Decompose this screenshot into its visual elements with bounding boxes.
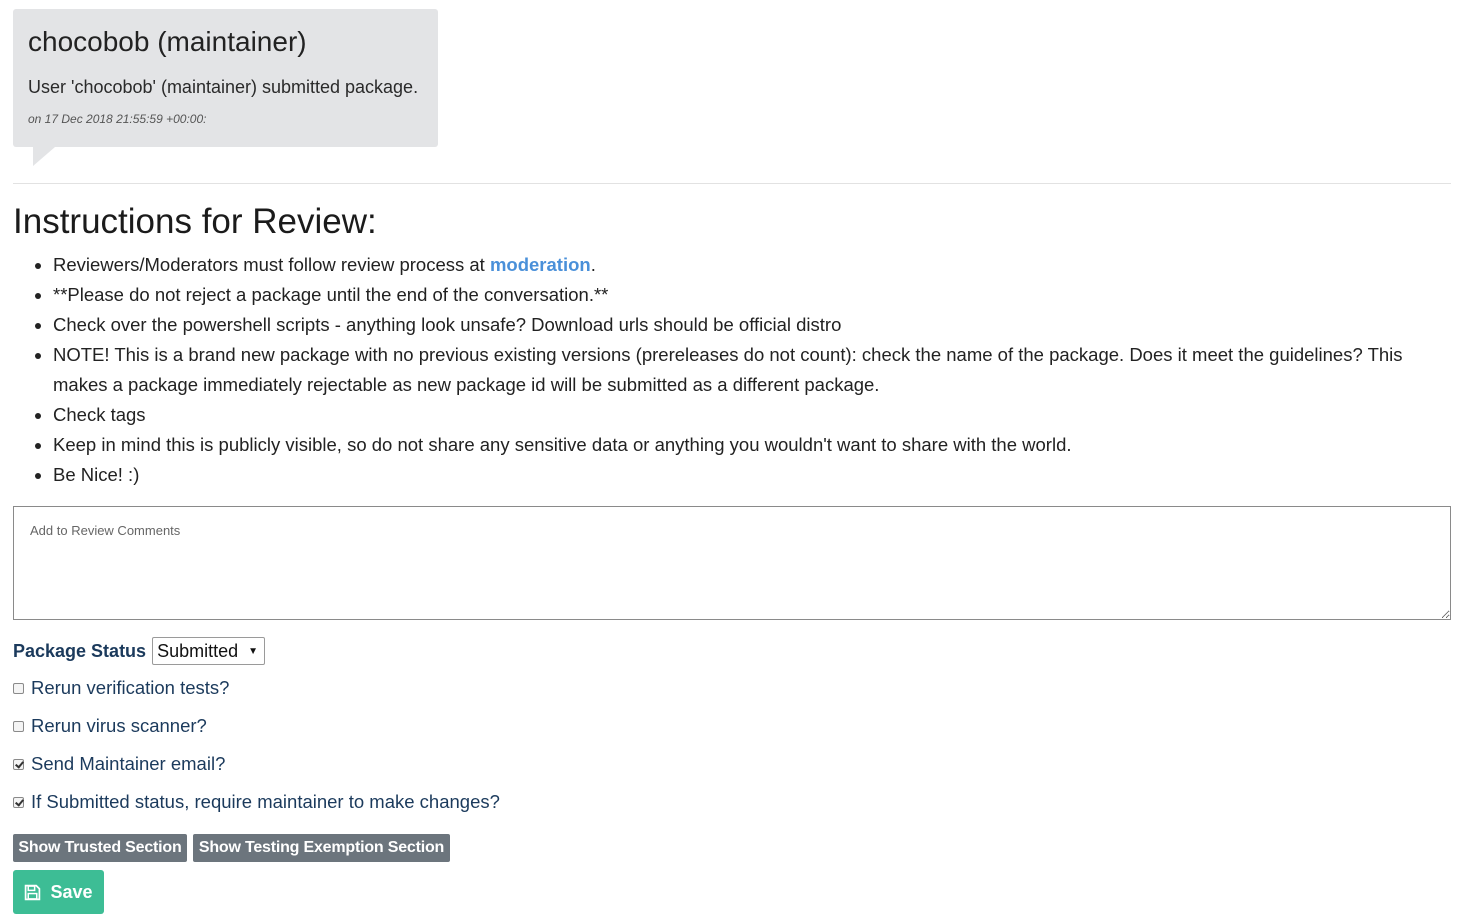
instruction-item: NOTE! This is a brand new package with n…: [53, 340, 1451, 400]
floppy-disk-icon: [25, 884, 41, 900]
activity-title: chocobob (maintainer): [28, 26, 307, 57]
rerun-verification-checkbox-row[interactable]: Rerun verification tests?: [13, 677, 229, 699]
instruction-item: Check tags: [53, 400, 1451, 430]
show-trusted-section-button[interactable]: Show Trusted Section: [13, 834, 187, 862]
instruction-item: **Please do not reject a package until t…: [53, 280, 1451, 310]
package-status-row: Package Status Submitted ▼: [13, 636, 266, 666]
review-comments-textarea[interactable]: [13, 506, 1451, 620]
instruction-item: Check over the powershell scripts - anyt…: [53, 310, 1451, 340]
rerun-virus-scanner-checkbox[interactable]: [13, 720, 24, 732]
activity-message: User 'chocobob' (maintainer) submitted p…: [28, 77, 419, 97]
send-maintainer-email-checkbox-row[interactable]: Send Maintainer email?: [13, 753, 225, 775]
bubble-tail: [33, 147, 55, 166]
instruction-item: Reviewers/Moderators must follow review …: [53, 250, 1451, 280]
instruction-item: Be Nice! :): [53, 460, 1451, 490]
rerun-verification-checkbox[interactable]: [13, 682, 24, 694]
package-status-value: Submitted: [157, 640, 239, 661]
review-instructions-list: Reviewers/Moderators must follow review …: [13, 250, 1451, 490]
send-maintainer-email-checkbox[interactable]: [13, 758, 24, 770]
rerun-virus-scanner-label: Rerun virus scanner?: [31, 715, 207, 736]
show-testing-exemption-section-button[interactable]: Show Testing Exemption Section: [193, 834, 450, 862]
divider: [13, 183, 1451, 184]
package-status-select[interactable]: Submitted ▼: [152, 637, 266, 665]
activity-bubble: chocobob (maintainer) User 'chocobob' (m…: [13, 9, 438, 147]
require-changes-checkbox-row[interactable]: If Submitted status, require maintainer …: [13, 791, 500, 813]
require-changes-label: If Submitted status, require maintainer …: [31, 791, 500, 812]
moderation-link[interactable]: moderation: [490, 254, 591, 275]
caret-down-icon: ▼: [248, 645, 259, 657]
rerun-verification-label: Rerun verification tests?: [31, 677, 230, 698]
send-maintainer-email-label: Send Maintainer email?: [31, 753, 226, 774]
save-button[interactable]: Save: [13, 870, 104, 914]
instruction-item: Keep in mind this is publicly visible, s…: [53, 430, 1451, 460]
require-changes-checkbox[interactable]: [13, 796, 24, 808]
save-button-label: Save: [50, 881, 93, 902]
rerun-virus-scanner-checkbox-row[interactable]: Rerun virus scanner?: [13, 715, 207, 737]
package-status-label: Package Status: [13, 640, 147, 661]
review-instructions-title: Instructions for Review:: [13, 202, 377, 241]
activity-date: on 17 Dec 2018 21:55:59 +00:00:: [28, 112, 207, 126]
